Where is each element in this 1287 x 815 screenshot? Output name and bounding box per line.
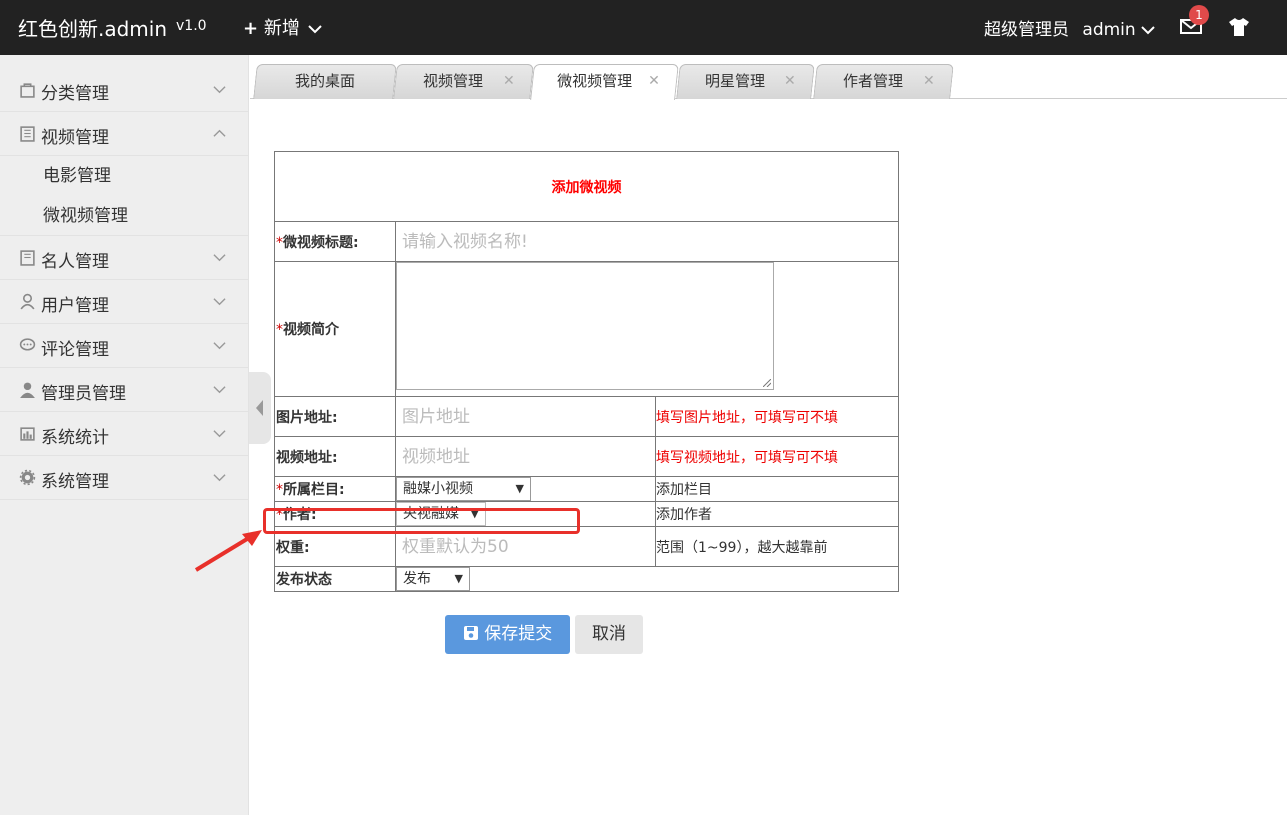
status-select[interactable]: 发布 ▼ (396, 567, 470, 591)
chevron-down-icon (307, 25, 322, 34)
user-icon (20, 293, 35, 310)
tab-label: 作者管理 (843, 72, 904, 90)
sidebar-item-label: 评论管理 (41, 340, 109, 360)
add-new-label: 新增 (263, 18, 300, 39)
tab-authors[interactable]: 作者管理 ✕ (813, 64, 954, 99)
close-icon[interactable]: ✕ (923, 65, 935, 97)
add-new-menu[interactable]: + 新增 (243, 14, 322, 40)
sidebar-item-celebrity[interactable]: 名人管理 (0, 236, 248, 280)
admin-icon (20, 382, 35, 398)
tab-label: 微视频管理 (557, 72, 633, 90)
tab-label: 我的桌面 (295, 72, 356, 90)
chevron-down-icon (213, 254, 226, 262)
status-label: 发布状态 (274, 566, 396, 592)
sidebar: 分类管理 视频管理 电影管理 微视频管理 名人管理 用户管理 评论管理 管理员管… (0, 55, 249, 815)
tab-stars[interactable]: 明星管理 ✕ (676, 64, 815, 99)
book-icon (20, 250, 35, 266)
book-icon (20, 126, 35, 142)
caret-left-icon (256, 400, 263, 416)
chevron-down-icon (213, 86, 226, 94)
chevron-down-icon (213, 386, 226, 394)
chevron-down-icon (213, 298, 226, 306)
close-icon[interactable]: ✕ (648, 65, 660, 97)
video-title-input[interactable]: 请输入视频名称! (396, 223, 898, 261)
cancel-button[interactable]: 取消 (575, 615, 643, 654)
sidebar-item-label: 视频管理 (41, 128, 109, 148)
gear-icon (19, 469, 36, 486)
dropdown-arrow-icon: ▼ (515, 482, 524, 495)
username: admin (1082, 20, 1136, 40)
sidebar-item-label: 名人管理 (41, 252, 109, 272)
bag-icon (20, 83, 35, 98)
close-icon[interactable]: ✕ (503, 65, 515, 97)
app-logo[interactable]: 红色创新.admin (18, 13, 167, 42)
author-hint: 添加作者 (655, 501, 899, 527)
stats-icon (20, 427, 35, 441)
sidebar-item-label: 用户管理 (41, 296, 109, 316)
user-role: 超级管理员 (984, 20, 1069, 40)
tab-desktop[interactable]: 我的桌面 (253, 64, 397, 99)
annotation-highlight-box (263, 508, 580, 534)
intro-label: *视频简介 (274, 261, 396, 397)
sidebar-subitem-movies[interactable]: 电影管理 (0, 156, 248, 196)
video-url-input[interactable]: 视频地址 (396, 438, 655, 476)
save-button[interactable]: 保存提交 (445, 615, 570, 654)
tab-bar: 我的桌面 视频管理 ✕ 微视频管理 ✕ 明星管理 ✕ 作者管理 ✕ (250, 55, 1287, 100)
sidebar-item-video[interactable]: 视频管理 (0, 112, 248, 156)
save-label: 保存提交 (484, 624, 553, 644)
dropdown-arrow-icon: ▼ (454, 572, 463, 585)
video-label: 视频地址: (274, 436, 396, 477)
intro-textarea[interactable] (396, 262, 774, 390)
sidebar-item-stats[interactable]: 系统统计 (0, 412, 248, 456)
sidebar-item-system[interactable]: 系统管理 (0, 456, 248, 500)
theme-shirt-icon[interactable] (1227, 15, 1251, 39)
sidebar-item-users[interactable]: 用户管理 (0, 280, 248, 324)
sidebar-collapse-handle[interactable] (249, 372, 271, 444)
plus-icon: + (243, 18, 259, 39)
image-hint: 填写图片地址，可填写可不填 (655, 396, 899, 437)
image-label: 图片地址: (274, 396, 396, 437)
sidebar-subitem-microvideo[interactable]: 微视频管理 (0, 196, 248, 236)
user-menu[interactable]: 超级管理员 admin (984, 15, 1155, 40)
column-select[interactable]: 融媒小视频 ▼ (396, 477, 531, 501)
column-label: *所属栏目: (274, 476, 396, 502)
app-version: v1.0 (176, 18, 207, 34)
sidebar-item-comments[interactable]: 评论管理 (0, 324, 248, 368)
column-hint: 添加栏目 (655, 476, 899, 502)
tab-label: 视频管理 (423, 72, 484, 90)
chevron-up-icon (213, 129, 226, 137)
comment-icon (19, 338, 36, 351)
close-icon[interactable]: ✕ (784, 65, 796, 97)
save-floppy-icon (463, 626, 478, 640)
top-bar: 红色创新.admin v1.0 + 新增 超级管理员 admin 1 (0, 0, 1287, 55)
sidebar-item-admins[interactable]: 管理员管理 (0, 368, 248, 412)
tab-microvideo[interactable]: 微视频管理 ✕ (530, 64, 679, 100)
chevron-down-icon (1141, 26, 1155, 35)
form-title: 添加微视频 (274, 151, 899, 222)
weight-hint: 范围（1~99），越大越靠前 (655, 526, 899, 567)
chevron-down-icon (213, 342, 226, 350)
sidebar-item-category[interactable]: 分类管理 (0, 68, 248, 112)
chevron-down-icon (213, 474, 226, 482)
video-hint: 填写视频地址，可填写可不填 (655, 436, 899, 477)
sidebar-item-label: 系统统计 (41, 428, 109, 448)
chevron-down-icon (213, 430, 226, 438)
resize-grip-icon[interactable] (763, 379, 771, 387)
image-url-input[interactable]: 图片地址 (396, 398, 655, 436)
sidebar-item-label: 系统管理 (41, 472, 109, 492)
tab-label: 明星管理 (705, 72, 766, 90)
sidebar-item-label: 分类管理 (41, 84, 109, 104)
title-label: *微视频标题: (274, 221, 396, 262)
tab-video[interactable]: 视频管理 ✕ (393, 64, 534, 99)
annotation-arrow-icon (194, 530, 262, 572)
notification-badge: 1 (1189, 5, 1209, 25)
sidebar-item-label: 管理员管理 (41, 384, 126, 404)
